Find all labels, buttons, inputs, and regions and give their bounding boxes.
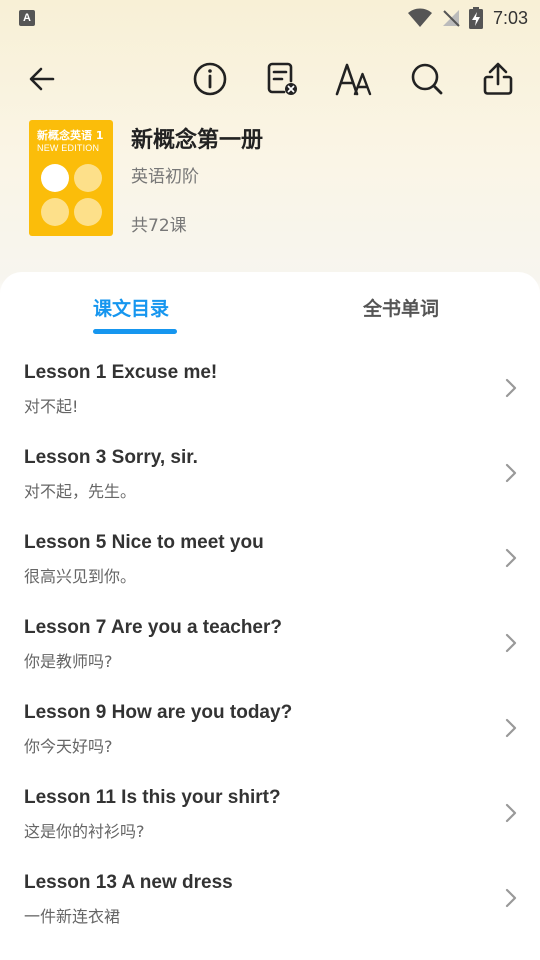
lesson-row[interactable]: Lesson 11 Is this your shirt? 这是你的衬衫吗?: [0, 773, 540, 858]
cover-title: 新概念英语 1: [37, 129, 104, 142]
font-size-icon: [335, 63, 372, 96]
info-button[interactable]: [190, 59, 230, 99]
cover-subtitle: NEW EDITION: [37, 143, 100, 153]
font-size-button[interactable]: [334, 59, 374, 99]
chevron-right-icon: [505, 633, 517, 653]
clock: 7:03: [492, 7, 528, 28]
tab-indicator: [93, 329, 177, 334]
lesson-title: Lesson 3 Sorry, sir.: [24, 447, 198, 468]
lesson-subtitle: 这是你的衬衫吗?: [24, 822, 145, 841]
chevron-right-icon: [505, 718, 517, 738]
lesson-title: Lesson 13 A new dress: [24, 872, 233, 893]
lesson-title: Lesson 5 Nice to meet you: [24, 532, 264, 553]
book-title: 新概念第一册: [131, 128, 264, 153]
chevron-right-icon: [505, 378, 517, 398]
lesson-subtitle: 你是教师吗?: [24, 652, 113, 671]
search-icon: [411, 63, 443, 95]
lesson-title: Lesson 1 Excuse me!: [24, 362, 218, 383]
share-button[interactable]: [478, 59, 518, 99]
book-level: 英语初阶: [131, 167, 199, 187]
cover-dot: [74, 164, 102, 192]
chevron-right-icon: [505, 463, 517, 483]
lesson-row[interactable]: Lesson 7 Are you a teacher? 你是教师吗?: [0, 603, 540, 688]
toolbar: [0, 54, 540, 104]
cover-dot: [41, 198, 69, 226]
no-signal-icon: [442, 10, 460, 27]
lesson-row[interactable]: Lesson 13 A new dress 一件新连衣裙: [0, 858, 540, 943]
lesson-title: Lesson 9 How are you today?: [24, 702, 293, 723]
tab-lessons[interactable]: 课文目录: [93, 294, 169, 324]
chevron-right-icon: [505, 803, 517, 823]
lesson-count: 共72课: [131, 216, 187, 236]
lesson-subtitle: 对不起，先生。: [24, 482, 137, 501]
wifi-icon: [407, 8, 432, 27]
cover-dot: [41, 164, 69, 192]
lesson-row[interactable]: Lesson 3 Sorry, sir. 对不起，先生。: [0, 433, 540, 518]
chevron-right-icon: [505, 888, 517, 908]
search-button[interactable]: [407, 59, 447, 99]
cover-dot: [74, 198, 102, 226]
status-bar: A 7:03: [0, 0, 540, 36]
document-remove-icon: [267, 62, 297, 95]
lesson-list: Lesson 1 Excuse me! 对不起! Lesson 3 Sorry,…: [0, 348, 540, 943]
lesson-row[interactable]: Lesson 5 Nice to meet you 很高兴见到你。: [0, 518, 540, 603]
tab-words[interactable]: 全书单词: [363, 294, 439, 324]
status-icons: 7:03: [407, 6, 528, 30]
lesson-subtitle: 一件新连衣裙: [24, 907, 121, 926]
notes-button[interactable]: [261, 59, 301, 99]
back-button[interactable]: [22, 59, 62, 99]
lesson-subtitle: 你今天好吗?: [24, 737, 113, 756]
lesson-subtitle: 很高兴见到你。: [24, 567, 137, 586]
lesson-title: Lesson 11 Is this your shirt?: [24, 787, 281, 808]
info-icon: [193, 62, 227, 96]
arrow-left-icon: [29, 67, 55, 91]
chevron-right-icon: [505, 548, 517, 568]
lesson-row[interactable]: Lesson 9 How are you today? 你今天好吗?: [0, 688, 540, 773]
lesson-row[interactable]: Lesson 1 Excuse me! 对不起!: [0, 348, 540, 433]
book-cover: 新概念英语 1 NEW EDITION: [29, 120, 113, 236]
app-notification-icon: A: [19, 10, 35, 26]
content-card: 课文目录 全书单词 Lesson 1 Excuse me! 对不起! Lesso…: [0, 272, 540, 960]
share-icon: [483, 62, 513, 95]
battery-charging-icon: [468, 7, 483, 29]
lesson-title: Lesson 7 Are you a teacher?: [24, 617, 283, 638]
lesson-subtitle: 对不起!: [24, 397, 79, 416]
